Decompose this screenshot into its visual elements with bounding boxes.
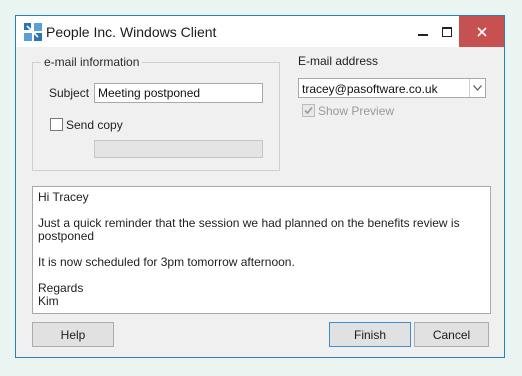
message-greeting: Hi Tracey <box>38 190 89 204</box>
title-bar[interactable]: People Inc. Windows Client <box>16 16 504 47</box>
show-preview-label[interactable]: Show Preview <box>318 104 394 118</box>
cancel-button[interactable]: Cancel <box>414 322 489 347</box>
maximize-button[interactable] <box>432 16 462 47</box>
email-address-value: tracey@pasoftware.co.uk <box>302 82 438 96</box>
send-copy-checkbox[interactable] <box>50 118 63 131</box>
close-button[interactable] <box>459 16 504 47</box>
email-address-dropdown[interactable]: tracey@pasoftware.co.uk <box>298 78 486 98</box>
checkmark-icon <box>304 106 313 115</box>
app-icon <box>24 23 42 41</box>
maximize-icon <box>442 26 452 37</box>
dialog-window: People Inc. Windows Client e-mail inform… <box>15 15 505 358</box>
email-address-label: E-mail address <box>298 54 379 68</box>
copy-address-field <box>94 140 263 158</box>
message-line: It is now scheduled for 3pm tomorrow aft… <box>38 255 295 269</box>
help-button[interactable]: Help <box>32 322 114 347</box>
message-signature: Kim <box>38 294 59 308</box>
message-body[interactable]: Hi Tracey Just a quick reminder that the… <box>32 186 491 314</box>
group-title: e-mail information <box>41 55 143 69</box>
send-copy-label[interactable]: Send copy <box>66 118 123 132</box>
subject-label: Subject <box>49 86 90 100</box>
subject-input[interactable]: Meeting postponed <box>94 83 263 103</box>
window-title: People Inc. Windows Client <box>46 24 217 40</box>
close-icon <box>476 26 487 37</box>
message-signoff: Regards <box>38 281 84 295</box>
finish-button[interactable]: Finish <box>329 322 411 347</box>
message-line: Just a quick reminder that the session w… <box>38 216 460 243</box>
minimize-icon <box>418 33 428 36</box>
chevron-down-icon[interactable] <box>469 79 485 97</box>
show-preview-checkbox[interactable] <box>302 104 315 117</box>
